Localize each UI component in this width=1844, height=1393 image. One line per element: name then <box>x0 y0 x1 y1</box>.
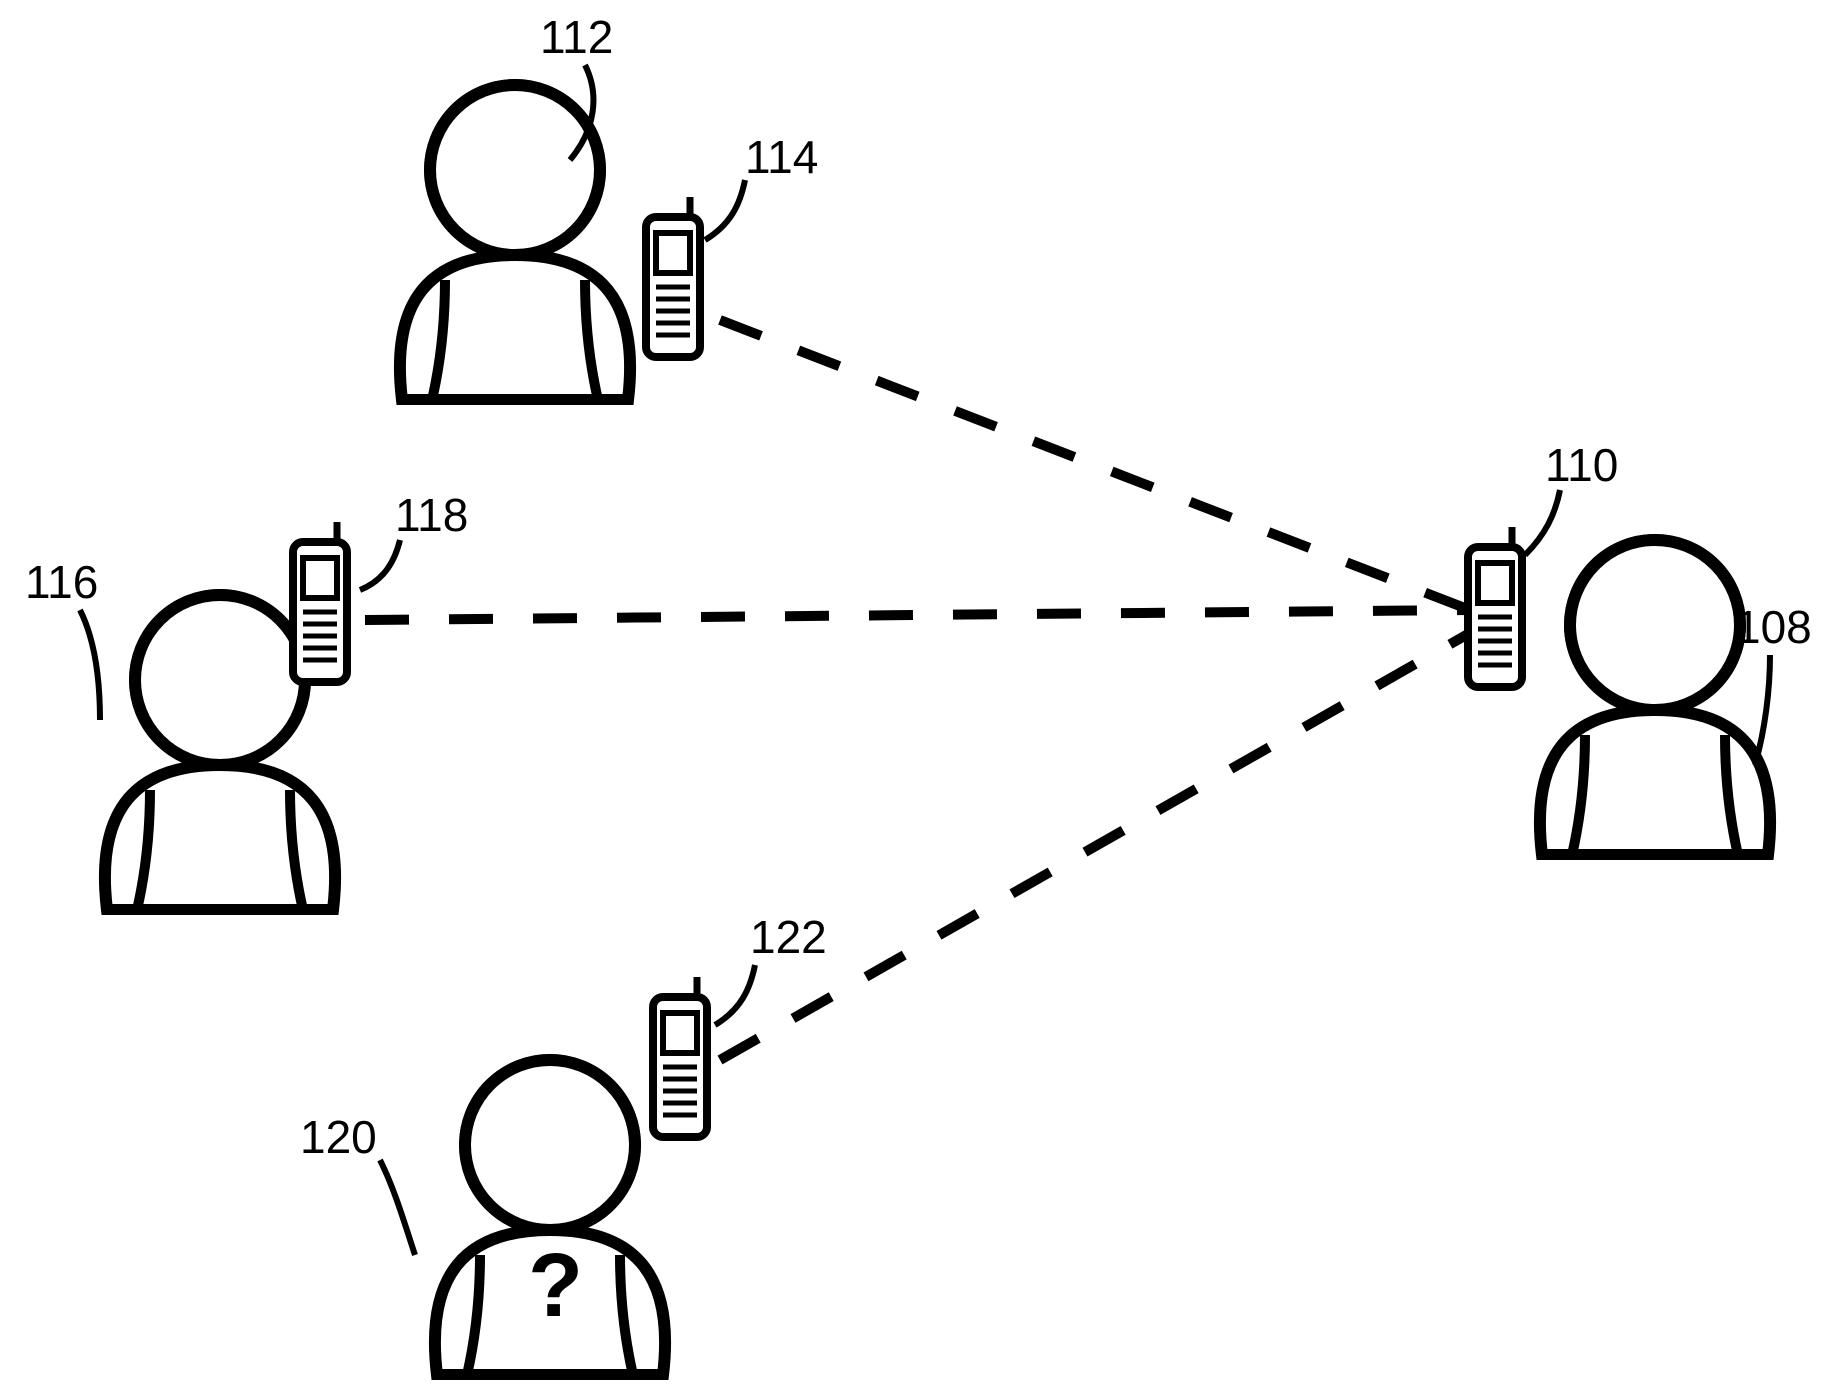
patent-diagram: ? <box>0 0 1844 1393</box>
leader-118 <box>360 540 400 590</box>
label-116: 116 <box>25 555 98 609</box>
label-108: 108 <box>1735 600 1812 654</box>
label-leaders <box>0 0 1844 1393</box>
label-120: 120 <box>300 1110 377 1164</box>
label-112: 112 <box>540 10 613 64</box>
leader-116 <box>80 610 100 720</box>
label-114: 114 <box>745 130 818 184</box>
label-118: 118 <box>395 488 468 542</box>
leader-110 <box>1525 490 1560 555</box>
leader-108 <box>1755 655 1770 765</box>
leader-114 <box>705 180 745 240</box>
label-122: 122 <box>750 910 827 964</box>
leader-120 <box>380 1160 415 1255</box>
label-110: 110 <box>1545 438 1618 492</box>
leader-122 <box>715 965 755 1025</box>
leader-112 <box>570 65 593 160</box>
